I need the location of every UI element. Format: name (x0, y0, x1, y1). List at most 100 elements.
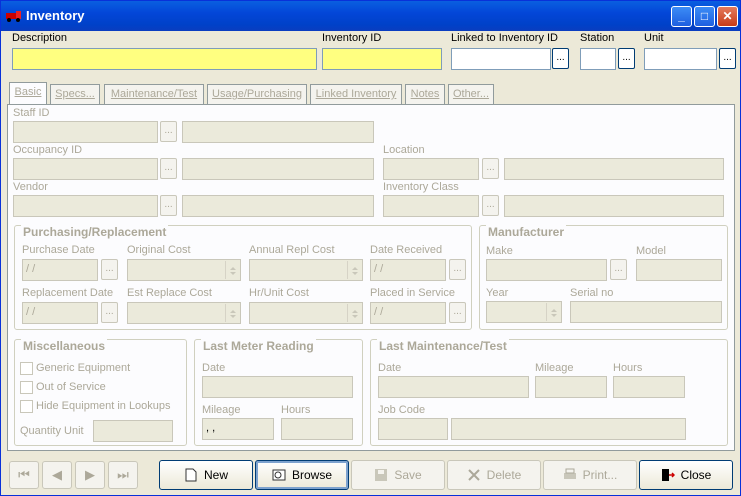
original-cost-field[interactable] (127, 259, 241, 281)
replacement-date-picker-button[interactable]: ... (101, 302, 118, 323)
tab-linked-inventory[interactable]: Linked Inventory (310, 84, 402, 105)
staff-id-lookup-button[interactable]: ... (160, 121, 177, 142)
year-spinner[interactable] (546, 303, 560, 321)
inventory-id-field[interactable] (322, 48, 442, 70)
make-field[interactable] (486, 259, 607, 281)
hr-unit-cost-spinner[interactable] (347, 304, 361, 322)
annual-repl-cost-spinner[interactable] (347, 261, 361, 279)
maint-mileage-label: Mileage (535, 362, 574, 374)
last-record-button[interactable]: ⏭ (108, 461, 138, 489)
first-record-button[interactable]: ⏮ (9, 461, 39, 489)
purchase-date-picker-button[interactable]: ... (101, 259, 118, 280)
tab-usage-purchasing[interactable]: Usage/Purchasing (207, 84, 307, 105)
save-button[interactable]: Save (351, 460, 445, 490)
hr-unit-cost-field[interactable] (249, 302, 363, 324)
print-button[interactable]: Print... (543, 460, 637, 490)
quantity-unit-label: Quantity Unit (20, 425, 84, 437)
print-button-label: Print... (582, 468, 618, 482)
inventory-window: Inventory _ □ ✕ Description Inventory ID… (0, 0, 741, 496)
inventory-class-lookup-button[interactable]: ... (482, 195, 499, 216)
linked-inventory-field[interactable] (451, 48, 551, 70)
est-replace-cost-field[interactable] (127, 302, 241, 324)
close-button[interactable]: Close (639, 460, 733, 490)
occupancy-lookup-button[interactable]: ... (160, 158, 177, 179)
purchase-date-field[interactable]: / / (22, 259, 98, 281)
inventory-class-field[interactable] (383, 195, 479, 217)
unit-field[interactable] (644, 48, 717, 70)
hr-unit-cost-label: Hr/Unit Cost (249, 287, 309, 299)
station-lookup-button[interactable]: ... (618, 48, 635, 69)
quantity-unit-field[interactable] (93, 420, 173, 442)
delete-button[interactable]: Delete (447, 460, 541, 490)
location-field[interactable] (383, 158, 479, 180)
tab-basic[interactable]: Basic (9, 82, 47, 105)
tab-other[interactable]: Other... (448, 84, 494, 105)
hide-in-lookups-checkbox[interactable] (20, 400, 33, 413)
unit-lookup-button[interactable]: ... (719, 48, 736, 69)
browse-button[interactable]: Browse (255, 460, 349, 490)
model-label: Model (636, 245, 666, 257)
model-field[interactable] (636, 259, 722, 281)
basic-tab-panel: Staff ID ... Occupancy ID ... Location .… (7, 104, 735, 451)
station-field[interactable] (580, 48, 616, 70)
location-lookup-button[interactable]: ... (482, 158, 499, 179)
generic-equipment-label: Generic Equipment (36, 362, 131, 374)
next-record-button[interactable]: ▶ (75, 461, 105, 489)
year-field[interactable] (486, 301, 562, 323)
out-of-service-checkbox[interactable] (20, 381, 33, 394)
date-received-picker-button[interactable]: ... (449, 259, 466, 280)
description-field[interactable] (12, 48, 317, 70)
replacement-date-field[interactable]: / / (22, 302, 98, 324)
date-received-field[interactable]: / / (370, 259, 446, 281)
make-lookup-button[interactable]: ... (610, 259, 627, 280)
tab-notes[interactable]: Notes (405, 84, 445, 105)
previous-record-button[interactable]: ◀ (42, 461, 72, 489)
tab-specs[interactable]: Specs... (50, 84, 100, 105)
meter-hours-field[interactable] (281, 418, 353, 440)
meter-mileage-field[interactable]: , , (202, 418, 274, 440)
placed-in-service-picker-button[interactable]: ... (449, 302, 466, 323)
staff-id-field[interactable] (13, 121, 158, 143)
out-of-service-label: Out of Service (36, 381, 106, 393)
vendor-label: Vendor (13, 181, 48, 193)
close-window-button[interactable]: ✕ (717, 6, 738, 27)
tab-maintenance-test[interactable]: Maintenance/Test (104, 84, 204, 105)
new-button-label: New (203, 468, 228, 482)
maint-date-field[interactable] (378, 376, 529, 398)
maint-hours-field[interactable] (613, 376, 685, 398)
linked-inventory-lookup-button[interactable]: ... (552, 48, 569, 69)
last-meter-reading-group: Last Meter Reading Date Mileage , , Hour… (194, 339, 363, 446)
maint-mileage-field[interactable] (535, 376, 607, 398)
last-meter-reading-title: Last Meter Reading (201, 339, 316, 353)
original-cost-spinner[interactable] (225, 261, 239, 279)
purchasing-group-title: Purchasing/Replacement (21, 225, 169, 239)
save-button-label: Save (394, 468, 422, 482)
purchase-date-label: Purchase Date (22, 244, 95, 256)
maximize-button[interactable]: □ (694, 6, 715, 27)
est-replace-cost-spinner[interactable] (225, 304, 239, 322)
annual-repl-cost-field[interactable] (249, 259, 363, 281)
staff-id-label: Staff ID (13, 107, 50, 119)
serial-no-field[interactable] (570, 301, 722, 323)
job-code-field[interactable] (378, 418, 448, 440)
minimize-button[interactable]: _ (671, 6, 692, 27)
last-maintenance-test-group: Last Maintenance/Test Date Mileage Hours… (370, 339, 728, 446)
exit-door-icon (661, 468, 675, 481)
inventory-id-label: Inventory ID (322, 32, 382, 44)
location-label: Location (383, 144, 425, 156)
delete-button-label: Delete (486, 468, 522, 482)
new-document-icon (185, 468, 197, 482)
purchasing-group: Purchasing/Replacement Purchase Date / /… (14, 225, 472, 330)
new-button[interactable]: New (159, 460, 253, 490)
occupancy-id-field[interactable] (13, 158, 158, 180)
station-label: Station (580, 32, 615, 44)
placed-in-service-field[interactable]: / / (370, 302, 446, 324)
manufacturer-group-title: Manufacturer (486, 225, 567, 239)
vendor-lookup-button[interactable]: ... (160, 195, 177, 216)
browse-button-label: Browse (291, 468, 332, 482)
vendor-name-field (182, 195, 374, 217)
vendor-field[interactable] (13, 195, 158, 217)
year-label: Year (486, 287, 509, 299)
meter-date-field[interactable] (202, 376, 353, 398)
generic-equipment-checkbox[interactable] (20, 362, 33, 375)
